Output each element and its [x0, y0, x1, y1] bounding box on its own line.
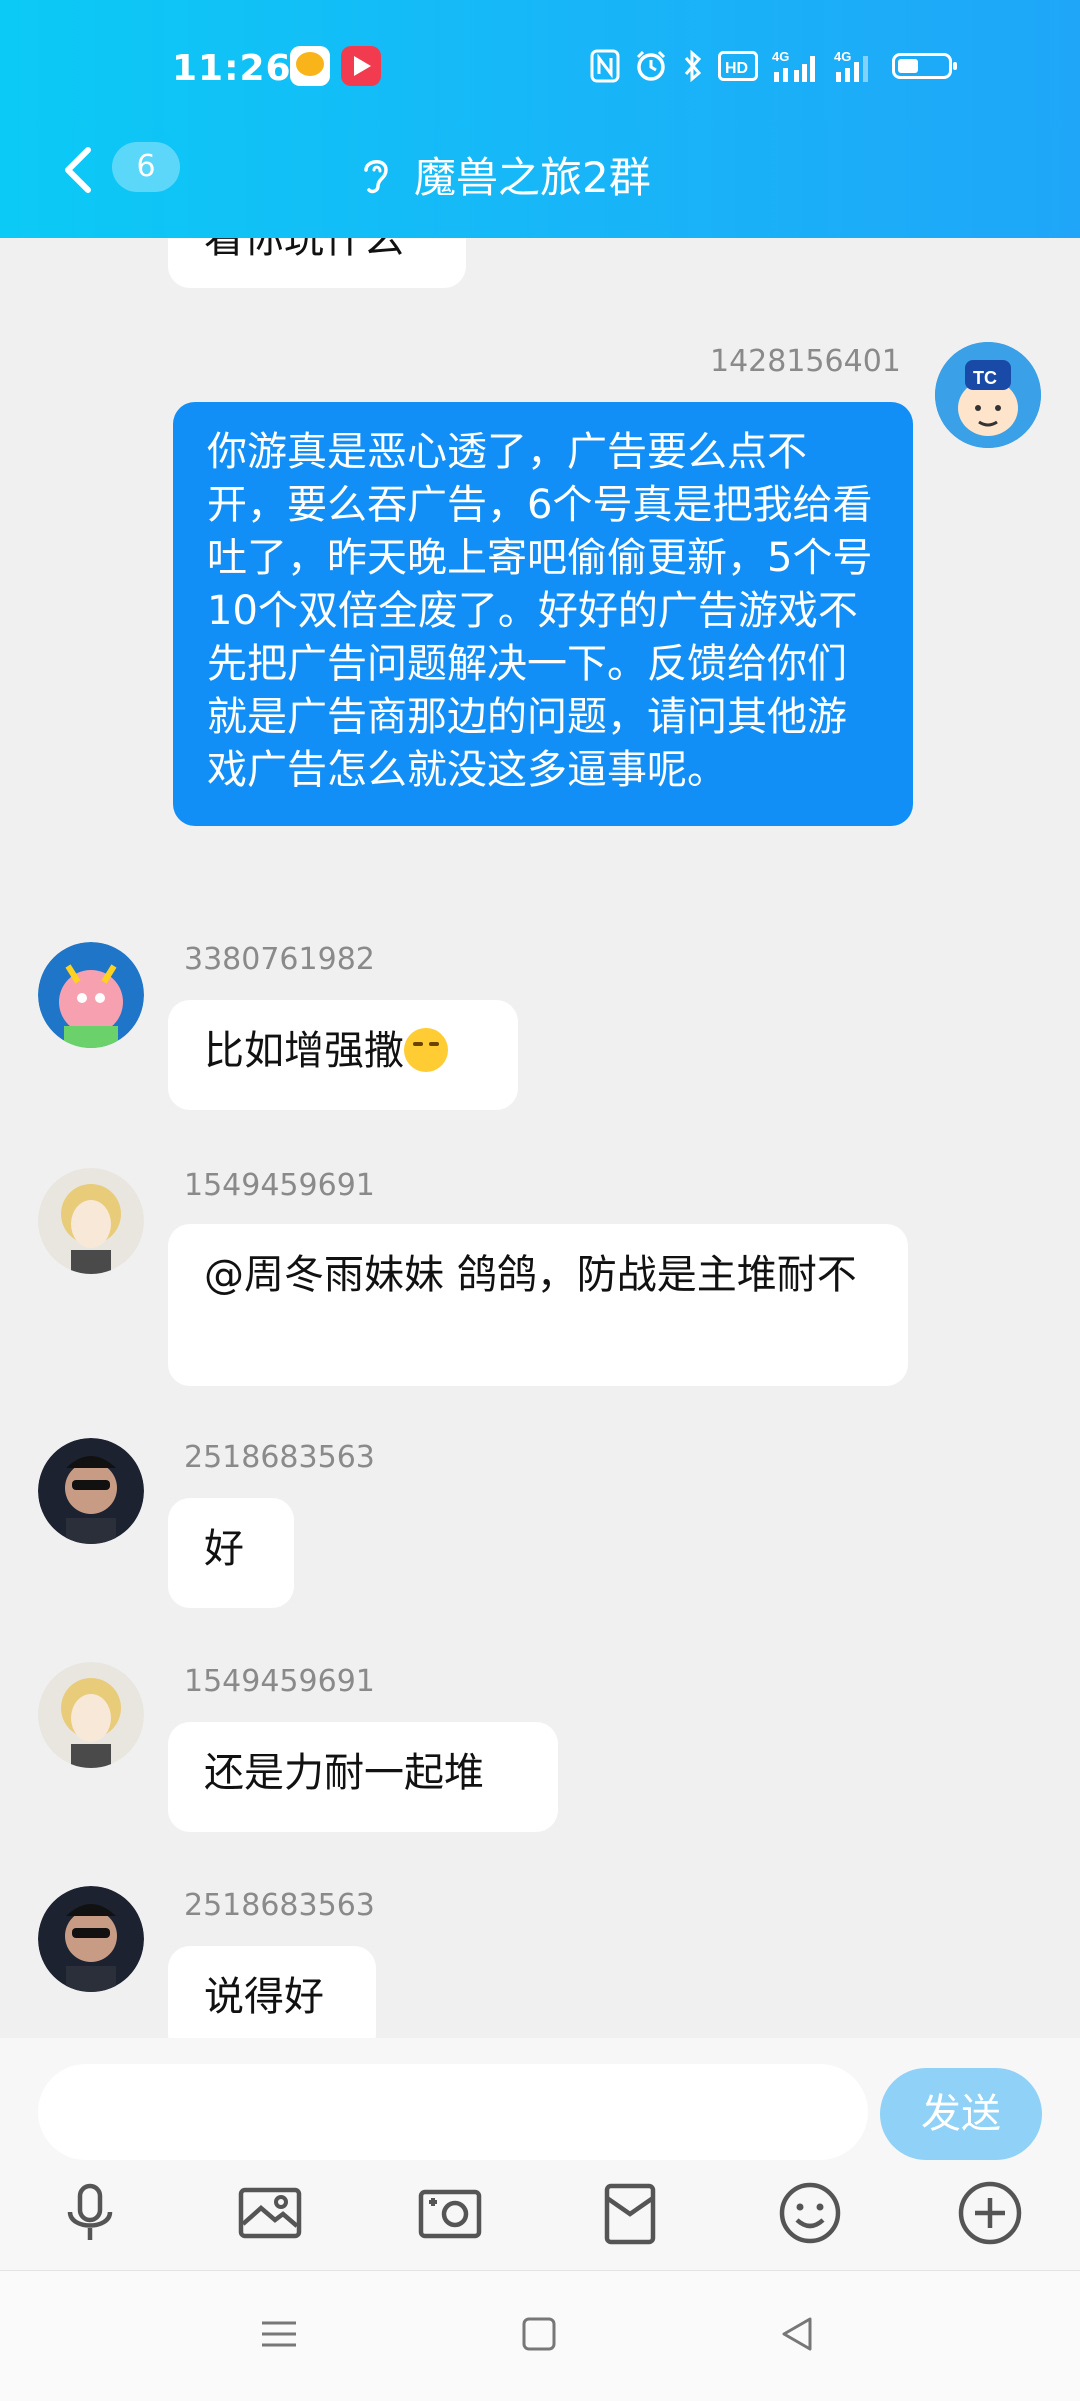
sender-id: 1428156401: [710, 344, 901, 379]
avatar[interactable]: [38, 942, 144, 1048]
hd-icon: HD: [718, 46, 758, 86]
chat-header: 11:26 HD 4G 4G 6 魔兽之旅2群: [0, 0, 1080, 238]
unread-count-badge[interactable]: 6: [112, 142, 180, 192]
sender-id: 1549459691: [184, 1168, 375, 1203]
avatar[interactable]: [38, 1886, 144, 1992]
sender-id: 2518683563: [184, 1888, 375, 1923]
video-app-icon: [341, 46, 381, 86]
message-text: 比如增强撒: [204, 1028, 404, 1074]
game-app-icon: [290, 46, 330, 86]
message-text: 你游真是恶心透了，广告要么点不开，要么吞广告，6个号真是把我给看吐了，昨天晚上寄…: [207, 429, 873, 793]
camera-icon[interactable]: [415, 2178, 485, 2248]
message-bubble[interactable]: 你游真是恶心透了，广告要么点不开，要么吞广告，6个号真是把我给看吐了，昨天晚上寄…: [173, 402, 913, 826]
avatar[interactable]: TC: [935, 342, 1041, 448]
sender-id: 1549459691: [184, 1664, 375, 1699]
svg-text:4G: 4G: [834, 49, 851, 64]
avatar[interactable]: [38, 1168, 144, 1274]
signal-4g-icon: 4G: [834, 46, 878, 86]
sender-id: 2518683563: [184, 1440, 375, 1475]
input-bar: 发送: [0, 2038, 1080, 2270]
home-icon[interactable]: [514, 2309, 564, 2359]
message-bubble[interactable]: 看你玩什么: [168, 238, 466, 288]
send-button[interactable]: 发送: [880, 2068, 1042, 2160]
ear-icon[interactable]: [358, 152, 394, 196]
emoji-icon[interactable]: [775, 2178, 845, 2248]
system-nav-bar: [0, 2270, 1080, 2401]
message-text: 说得好: [204, 1974, 324, 2020]
emoji-icon: [404, 1028, 448, 1072]
svg-text:HD: HD: [725, 60, 748, 77]
message-bubble[interactable]: @周冬雨妹妹 鸽鸽，防战是主堆耐不: [168, 1224, 908, 1386]
system-icons: HD 4G 4G: [590, 44, 957, 88]
microphone-icon[interactable]: [55, 2178, 125, 2248]
message-text: @周冬雨妹妹 鸽鸽，防战是主堆耐不: [204, 1252, 857, 1298]
avatar[interactable]: [38, 1662, 144, 1768]
message-list[interactable]: 看你玩什么 TC 1428156401 你游真是恶心透了，广告要么点不开，要么吞…: [0, 238, 1080, 2038]
bluetooth-icon: [682, 46, 704, 86]
group-title: 魔兽之旅2群: [414, 153, 651, 202]
battery-icon: [892, 46, 957, 86]
message-bubble[interactable]: 比如增强撒: [168, 1000, 518, 1110]
svg-text:TC: TC: [973, 368, 997, 388]
alarm-icon: [634, 46, 668, 86]
back-nav-icon[interactable]: [772, 2309, 822, 2359]
red-packet-icon[interactable]: [595, 2178, 665, 2248]
sender-id: 3380761982: [184, 942, 375, 977]
plus-icon[interactable]: [955, 2178, 1025, 2248]
message-text: 看你玩什么: [204, 238, 404, 262]
status-bar: 11:26 HD 4G 4G: [0, 30, 1080, 110]
back-icon[interactable]: [56, 144, 104, 196]
message-text: 还是力耐一起堆: [204, 1750, 484, 1796]
nfc-icon: [590, 46, 620, 86]
message-bubble[interactable]: 说得好: [168, 1946, 376, 2038]
message-bubble[interactable]: 还是力耐一起堆: [168, 1722, 558, 1832]
signal-4g-icon: 4G: [772, 46, 820, 86]
svg-text:4G: 4G: [772, 49, 789, 64]
status-time: 11:26: [172, 48, 292, 89]
message-bubble[interactable]: 好: [168, 1498, 294, 1608]
avatar[interactable]: [38, 1438, 144, 1544]
title-bar: 6 魔兽之旅2群: [0, 130, 1080, 210]
message-text: 好: [204, 1526, 244, 1572]
message-input[interactable]: [38, 2064, 868, 2160]
image-icon[interactable]: [235, 2178, 305, 2248]
menu-icon[interactable]: [254, 2309, 304, 2359]
